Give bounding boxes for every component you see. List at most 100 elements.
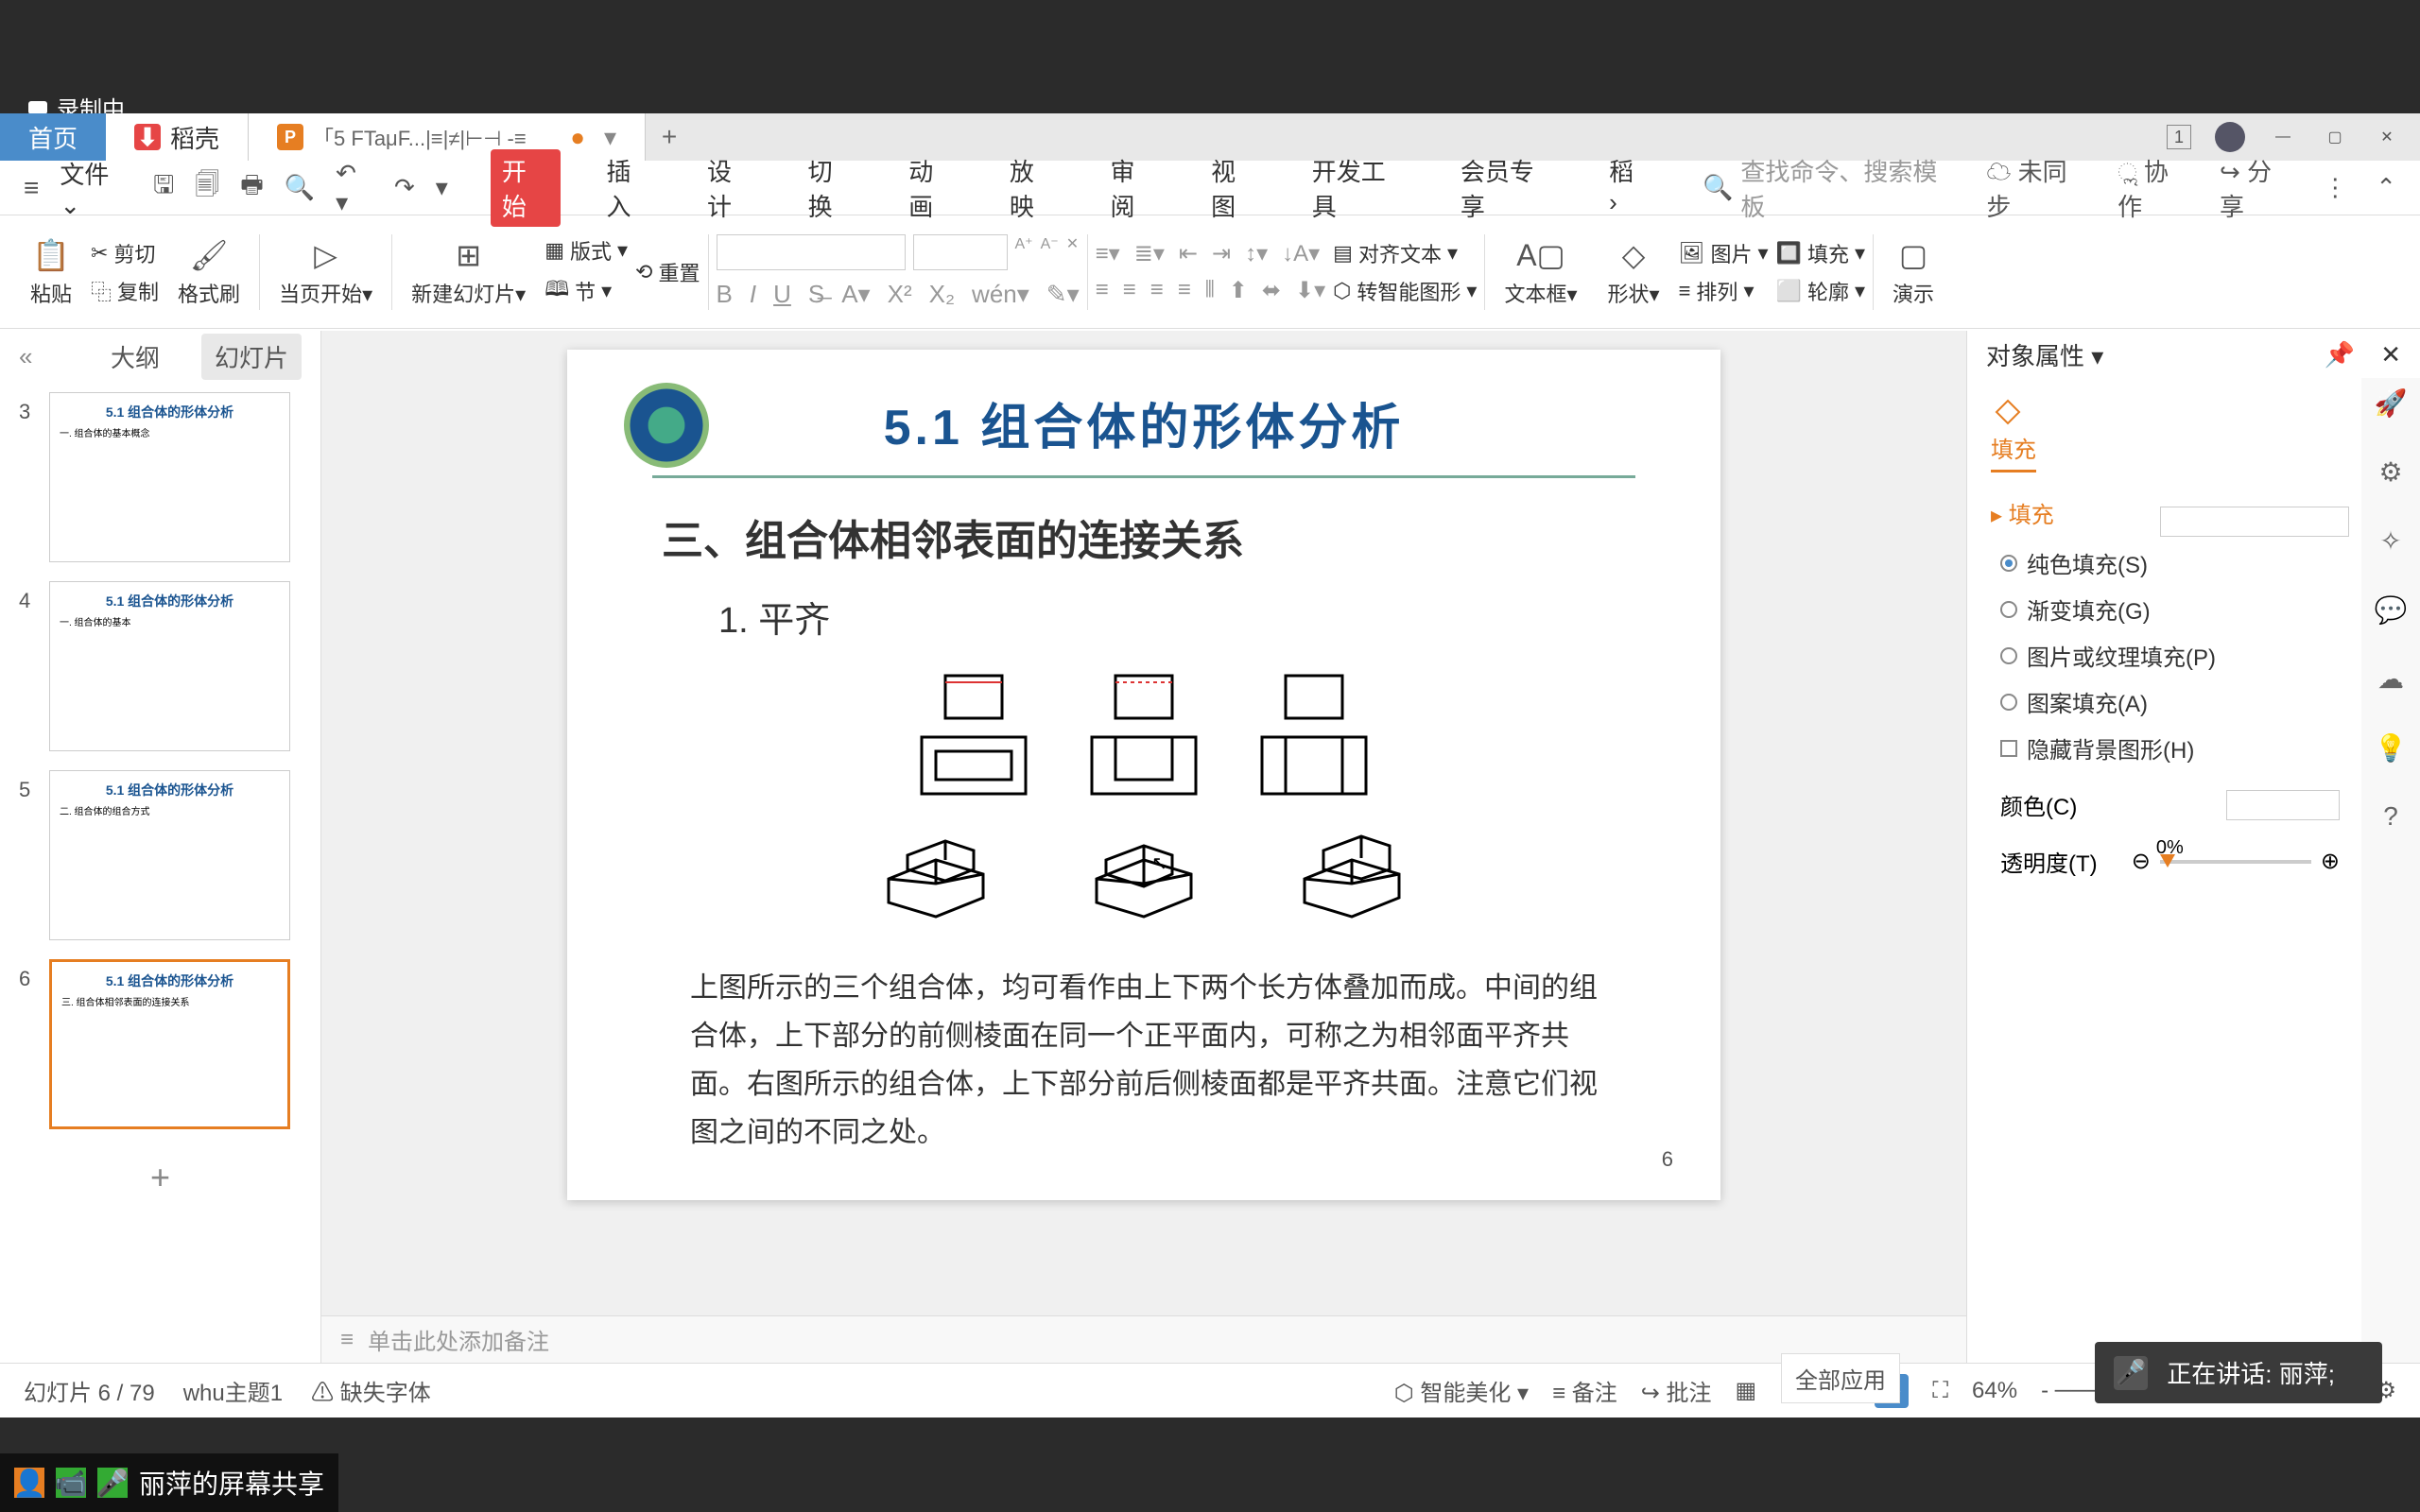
menu-tab-transition[interactable]: 切换 [801, 149, 864, 227]
maximize-button[interactable]: ▢ [2321, 123, 2349, 151]
save-as-icon[interactable]: 🗐 [195, 167, 219, 209]
fill-tab-label[interactable]: 填充 [1991, 431, 2036, 472]
indent-left-icon[interactable]: ⇤ [1179, 240, 1198, 267]
format-painter-icon[interactable]: 🖌 [190, 236, 228, 274]
pin-icon[interactable]: 📌 [2325, 340, 2355, 369]
shape-label[interactable]: 形状▾ [1608, 278, 1660, 308]
fit-icon[interactable]: ⛶ [1932, 1378, 1948, 1404]
star-icon[interactable]: ✧ [2379, 525, 2401, 557]
section-button[interactable]: 🕮 节▾ [544, 273, 628, 309]
line-spacing-icon[interactable]: ↕▾ [1245, 240, 1268, 267]
radio-gradient-fill[interactable]: 渐变填充(G) [2000, 593, 2349, 626]
radio-texture-fill[interactable]: 图片或纹理填充(P) [2000, 639, 2349, 672]
fill-section[interactable]: 填充 [1991, 496, 2054, 529]
collab-button[interactable]: ೢ 协作 [2118, 153, 2191, 223]
align-right-icon[interactable]: ≡ [1150, 277, 1164, 304]
radio-pattern-fill[interactable]: 图案填充(A) [2000, 685, 2349, 718]
notes-bar[interactable]: ≡ 单击此处添加备注 [321, 1315, 1966, 1363]
print-preview-icon[interactable]: 🔍 [285, 173, 315, 202]
reset-button[interactable]: ⟲ 重置 [635, 257, 700, 287]
present-icon[interactable]: ▢ [1894, 236, 1932, 274]
highlight-icon[interactable]: ✎▾ [1046, 280, 1080, 309]
radio-solid-fill[interactable]: 纯色填充(S) [2000, 546, 2349, 579]
clear-format-icon[interactable]: ✕ [1066, 234, 1079, 270]
cut-button[interactable]: ✂ 剪切 [91, 238, 159, 268]
font-size-select[interactable] [913, 234, 1008, 270]
customize-icon[interactable]: ▾ [436, 173, 448, 202]
align-center-icon[interactable]: ≡ [1123, 277, 1136, 304]
pinyin-icon[interactable]: wén▾ [972, 280, 1029, 309]
menu-tab-insert[interactable]: 插入 [598, 149, 662, 227]
collapse-ribbon-icon[interactable]: ⌃ [2376, 173, 2396, 202]
menu-tab-more[interactable]: 稻 › [1601, 149, 1655, 227]
opacity-decrease[interactable]: ⊖ [2132, 848, 2151, 875]
zoom-level[interactable]: 64% [1972, 1378, 2017, 1404]
minimize-button[interactable]: — [2269, 123, 2297, 151]
checkbox-hide-bg[interactable]: 隐藏背景图形(H) [2000, 731, 2349, 765]
v-mid-icon[interactable]: ⬌ [1262, 277, 1281, 304]
tab-daoke[interactable]: ⬇ 稻壳 [106, 113, 249, 161]
v-bot-icon[interactable]: ⬇▾ [1295, 277, 1325, 304]
undo-icon[interactable]: ↶ ▾ [336, 159, 373, 217]
from-current-icon[interactable]: ▷ [307, 236, 345, 274]
underline-icon[interactable]: U [773, 280, 791, 309]
add-slide-button[interactable]: + [19, 1148, 302, 1207]
settings-sliders-icon[interactable]: ⚙ [2378, 456, 2402, 488]
print-icon[interactable]: 🖶 [240, 167, 264, 209]
fill-tab-icon[interactable] [1991, 397, 2025, 431]
all-apps-button[interactable]: 全部应用 [1781, 1353, 1900, 1403]
strike-icon[interactable]: S̶ [808, 280, 824, 309]
layout-button[interactable]: ▦ 版式▾ [544, 235, 628, 266]
panel-tab-slides[interactable]: 幻灯片 [201, 334, 302, 380]
file-menu[interactable]: 文件 ⌄ [60, 156, 132, 220]
bullets-icon[interactable]: ≡▾ [1096, 240, 1120, 267]
present-label[interactable]: 演示 [1893, 278, 1934, 308]
workspace-icon[interactable]: 1 [2167, 125, 2191, 149]
bold-icon[interactable]: B [717, 280, 733, 309]
color-picker[interactable] [2226, 790, 2340, 820]
share-button[interactable]: ↪ 分享 [2220, 153, 2294, 223]
align-text-button[interactable]: ▤ 对齐文本▾ [1333, 238, 1477, 268]
smart-beauty-button[interactable]: ⬡ 智能美化 ▾ [1394, 1374, 1529, 1407]
menu-tab-review[interactable]: 审阅 [1102, 149, 1166, 227]
missing-font-warning[interactable]: ⚠ 缺失字体 [311, 1374, 431, 1407]
tab-home[interactable]: 首页 [0, 113, 106, 161]
menu-tab-view[interactable]: 视图 [1203, 149, 1267, 227]
menu-tab-design[interactable]: 设计 [700, 149, 763, 227]
arrange-button[interactable]: ≡ 排列▾ [1679, 276, 1769, 306]
menu-tab-devtools[interactable]: 开发工具 [1305, 149, 1415, 227]
comment-icon[interactable]: 💬 [2375, 594, 2408, 626]
redo-icon[interactable]: ↷ [394, 173, 415, 202]
slide-thumb-3[interactable]: 3 5.1 组合体的形体分析一. 组合体的基本概念 [19, 392, 302, 562]
smart-graphic-button[interactable]: ⬡ 转智能图形▾ [1333, 276, 1477, 306]
textbox-icon[interactable]: A▢ [1522, 236, 1560, 274]
view-normal-icon[interactable]: ▦ [1736, 1377, 1757, 1404]
from-current-label[interactable]: 当页开始▾ [279, 278, 372, 308]
align-justify-icon[interactable]: ≡ [1178, 277, 1191, 304]
search-box[interactable]: 🔍 查找命令、搜索模板 [1703, 153, 1958, 223]
collapse-panel-icon[interactable]: « [19, 342, 32, 371]
notes-toggle[interactable]: ≡ 备注 [1552, 1374, 1617, 1407]
paste-icon[interactable]: 📋 [32, 236, 70, 274]
close-panel-icon[interactable]: ✕ [2380, 340, 2401, 369]
new-slide-icon[interactable]: ⊞ [450, 236, 488, 274]
menu-tab-slideshow[interactable]: 放映 [1002, 149, 1065, 227]
comments-toggle[interactable]: ↪ 批注 [1641, 1374, 1712, 1407]
rocket-icon[interactable]: 🚀 [2375, 387, 2408, 419]
italic-icon[interactable]: I [750, 280, 756, 309]
save-icon[interactable]: 🖫 [153, 167, 174, 209]
paste-label[interactable]: 粘贴 [30, 278, 72, 308]
numbering-icon[interactable]: ≣▾ [1134, 240, 1165, 267]
decrease-font-icon[interactable]: A⁻ [1041, 234, 1059, 270]
opacity-slider[interactable] [2160, 860, 2311, 864]
mute-icon[interactable]: 🎤 [2114, 1356, 2148, 1390]
more-icon[interactable]: ⋮ [2323, 173, 2347, 202]
menu-tab-animation[interactable]: 动画 [901, 149, 964, 227]
increase-font-icon[interactable]: A⁺ [1015, 234, 1033, 270]
thumbnail-list[interactable]: 3 5.1 组合体的形体分析一. 组合体的基本概念 4 5.1 组合体的形体分析… [0, 383, 320, 1363]
font-color-icon[interactable]: A▾ [841, 280, 870, 309]
slide-thumb-5[interactable]: 5 5.1 组合体的形体分析二. 组合体的组合方式 [19, 770, 302, 940]
help-icon[interactable]: ? [2383, 801, 2398, 832]
close-button[interactable]: ✕ [2373, 123, 2401, 151]
slide-content[interactable]: 5.1 组合体的形体分析 三、组合体相邻表面的连接关系 1. 平齐 ↖ 上 [567, 350, 1720, 1200]
